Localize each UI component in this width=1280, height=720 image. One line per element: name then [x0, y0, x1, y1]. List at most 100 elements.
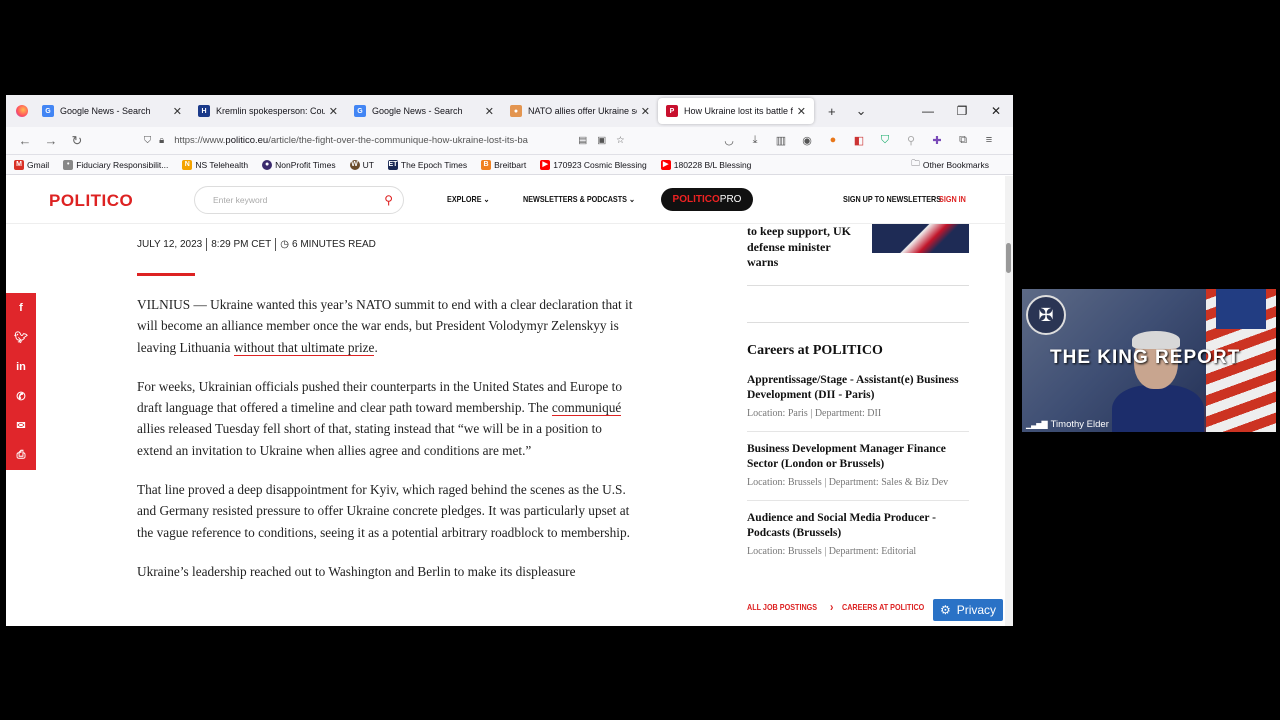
menu-hamburger-icon[interactable]: ≡	[976, 134, 1002, 147]
all-jobs-link[interactable]: ALL JOB POSTINGS	[747, 602, 817, 612]
job-meta: Location: Brussels | Department: Sales &…	[747, 477, 949, 488]
url-text[interactable]: https://www.politico.eu/article/the-figh…	[174, 135, 572, 146]
pocket-icon[interactable]: ◡	[716, 134, 742, 147]
youtube-icon: ▶	[660, 159, 671, 170]
job-title[interactable]: Business Development Manager Finance Sec…	[747, 442, 969, 472]
globe-icon: •	[63, 159, 74, 170]
web-page: POLITICO Enter keyword ⚲ EXPLORE ⌄ NEWSL…	[6, 176, 1013, 626]
related-story-thumbnail[interactable]	[872, 224, 969, 253]
bookmark-label: Fiduciary Responsibilit...	[76, 159, 169, 170]
reader-view-icon[interactable]: ▤	[578, 135, 587, 146]
gear-icon: ⚙	[939, 603, 951, 617]
job-listing[interactable]: Audience and Social Media Producer - Pod…	[747, 511, 969, 569]
extensions-icon[interactable]: ⧉	[950, 134, 976, 147]
close-tab-icon[interactable]: ✕	[485, 105, 494, 118]
site-favicon-icon: ●	[510, 105, 522, 117]
downloads-icon[interactable]: ⤓	[742, 134, 768, 147]
politico-logo[interactable]: POLITICO	[49, 191, 133, 211]
bookmark-cosmic-blessing[interactable]: ▶ 170923 Cosmic Blessing	[540, 159, 647, 170]
newsletters-menu[interactable]: NEWSLETTERS & PODCASTS ⌄	[523, 194, 635, 205]
signin-link[interactable]: SIGN IN	[939, 194, 966, 204]
bookmark-ns-telehealth[interactable]: N NS Telehealth	[182, 159, 249, 170]
tab-kremlin[interactable]: H Kremlin spokesperson: Count ✕	[190, 95, 346, 127]
linkedin-icon[interactable]: in	[6, 352, 36, 382]
job-listing[interactable]: Business Development Manager Finance Sec…	[747, 442, 969, 501]
whatsapp-icon[interactable]: ✆	[6, 382, 36, 412]
tab-bar: G Google News - Search ✕ H Kremlin spoke…	[6, 95, 1013, 127]
search-icon[interactable]: ⚲	[384, 193, 393, 207]
privacy-button[interactable]: ⚙ Privacy	[933, 599, 1003, 621]
search-input[interactable]: Enter keyword ⚲	[194, 186, 404, 214]
pro-prefix: POLITICO	[672, 194, 720, 205]
print-icon[interactable]: ⎙	[6, 441, 36, 471]
bookmark-bl-blessing[interactable]: ▶ 180228 B/L Blessing	[660, 159, 752, 170]
related-story[interactable]: to keep support, UK defense minister war…	[747, 224, 969, 286]
bookmark-label: 180228 B/L Blessing	[673, 159, 752, 170]
lock-icon[interactable]: 🔒︎	[159, 135, 164, 146]
back-arrow-icon[interactable]: ←	[12, 133, 38, 148]
article-body: VILNIUS — Ukraine wanted this year’s NAT…	[137, 294, 637, 600]
twitter-icon[interactable]: 🐦︎	[6, 323, 36, 353]
job-title[interactable]: Audience and Social Media Producer - Pod…	[747, 511, 969, 541]
shield-icon[interactable]: ⛉	[144, 135, 151, 146]
privacy-label: Privacy	[956, 603, 997, 617]
bookmark-fiduciary[interactable]: • Fiduciary Responsibilit...	[63, 159, 169, 170]
tab-google-news-2[interactable]: G Google News - Search ✕	[346, 95, 502, 127]
close-window-icon[interactable]: ✕	[979, 104, 1013, 118]
text: allies released Tuesday fell short of th…	[137, 421, 602, 458]
url-path: /article/the-fight-over-the-communique-h…	[268, 135, 528, 146]
new-tab-plus-icon[interactable]: +	[828, 104, 836, 119]
extension-gray-icon[interactable]: ⚲	[898, 134, 924, 147]
tab-nato-allies[interactable]: ● NATO allies offer Ukraine secu ✕	[502, 95, 658, 127]
address-bar[interactable]: ⛉ 🔒︎ https://www.politico.eu/article/the…	[144, 130, 644, 152]
site-icon: N	[182, 159, 193, 170]
tab-google-news-1[interactable]: G Google News - Search ✕	[34, 95, 190, 127]
restore-icon[interactable]: ❐	[945, 104, 979, 118]
close-tab-icon[interactable]: ✕	[329, 105, 338, 118]
scrollbar-thumb[interactable]	[1006, 243, 1011, 273]
page-scrollbar[interactable]	[1005, 176, 1013, 626]
firefox-logo-icon[interactable]	[10, 105, 34, 117]
sidebar-icon[interactable]: ▥	[768, 134, 794, 147]
extension-shield-icon[interactable]: ⛉	[872, 134, 898, 147]
account-icon[interactable]: ◉	[794, 134, 820, 147]
tab-title: NATO allies offer Ukraine secu	[528, 106, 637, 116]
careers-link[interactable]: CAREERS AT POLITICO	[842, 602, 924, 612]
other-bookmarks[interactable]: 🗀 Other Bookmarks	[911, 158, 989, 172]
email-icon[interactable]: ✉	[6, 411, 36, 441]
bookmark-epoch-times[interactable]: ET The Epoch Times	[387, 159, 467, 170]
facebook-icon[interactable]: f	[6, 293, 36, 323]
job-title[interactable]: Apprentissage/Stage - Assistant(e) Busin…	[747, 373, 969, 403]
extension-orange-icon[interactable]: ●	[820, 134, 846, 147]
signup-newsletters-link[interactable]: SIGN UP TO NEWSLETTERS	[843, 194, 941, 204]
extension-puzzle-purple-icon[interactable]: ✚	[924, 134, 950, 147]
politico-pro-button[interactable]: POLITICO PRO	[661, 188, 753, 211]
other-bookmarks-label: Other Bookmarks	[922, 159, 989, 170]
list-tabs-chevron-icon[interactable]: ⌄	[856, 103, 867, 119]
minimize-icon[interactable]: —	[911, 104, 945, 118]
wordpress-icon: W	[349, 159, 360, 170]
bookmark-label: NS Telehealth	[195, 159, 249, 170]
accent-rule	[137, 273, 195, 276]
bookmark-ut[interactable]: W UT	[349, 159, 374, 170]
flag-stars	[1216, 289, 1266, 329]
tab-politico-active[interactable]: P How Ukraine lost its battle fo ✕	[658, 98, 814, 124]
explore-menu[interactable]: EXPLORE ⌄	[447, 194, 490, 205]
close-tab-icon[interactable]: ✕	[797, 105, 806, 118]
article-paragraph: For weeks, Ukrainian officials pushed th…	[137, 376, 637, 461]
presenter-body	[1112, 385, 1204, 432]
ultimate-prize-link[interactable]: without that ultimate prize	[233, 339, 375, 356]
related-story-title[interactable]: to keep support, UK defense minister war…	[747, 224, 862, 285]
bookmark-breitbart[interactable]: B Breitbart	[481, 159, 526, 170]
close-tab-icon[interactable]: ✕	[641, 105, 650, 118]
job-listing[interactable]: Apprentissage/Stage - Assistant(e) Busin…	[747, 373, 969, 432]
communique-link[interactable]: communiqué	[551, 400, 622, 417]
forward-arrow-icon[interactable]: →	[38, 133, 64, 148]
reload-icon[interactable]: ↻	[64, 133, 90, 149]
bookmark-nonprofit-times[interactable]: ● NonProfit Times	[262, 159, 336, 170]
bookmark-star-icon[interactable]: ☆	[616, 135, 625, 146]
screenshot-icon[interactable]: ▣	[597, 135, 606, 146]
extension-red-icon[interactable]: ◧	[846, 134, 872, 147]
close-tab-icon[interactable]: ✕	[173, 105, 182, 118]
bookmark-gmail[interactable]: M Gmail	[14, 159, 49, 170]
